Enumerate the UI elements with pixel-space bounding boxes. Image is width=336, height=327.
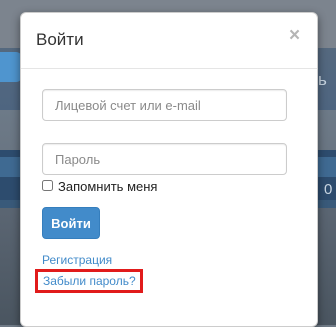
modal-header: Войти × bbox=[21, 13, 317, 69]
close-icon[interactable]: × bbox=[289, 25, 300, 47]
forgot-password-link[interactable]: Забыли пароль? bbox=[35, 269, 143, 293]
login-button[interactable]: Войти bbox=[42, 207, 100, 239]
remember-me-label: Запомнить меня bbox=[58, 179, 158, 194]
password-input[interactable] bbox=[42, 143, 287, 175]
background-text-fragment-2: 0 bbox=[324, 181, 333, 198]
background-logo-fragment bbox=[0, 52, 22, 82]
login-modal: Войти × Запомнить меня Войти Регистрация… bbox=[20, 12, 318, 327]
register-link[interactable]: Регистрация bbox=[42, 253, 112, 267]
background-text-fragment: ь bbox=[318, 70, 327, 89]
modal-title: Войти bbox=[36, 30, 84, 49]
login-input[interactable] bbox=[42, 89, 287, 121]
remember-me-checkbox[interactable] bbox=[42, 180, 53, 191]
